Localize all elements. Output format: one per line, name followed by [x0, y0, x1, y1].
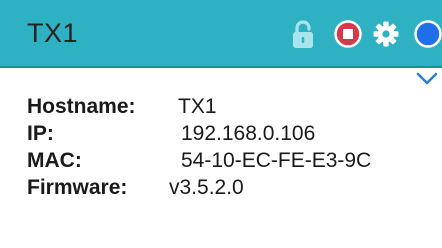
- mac-label: MAC:: [27, 149, 82, 172]
- ip-label: IP:: [27, 122, 54, 145]
- firmware-value: v3.5.2.0: [169, 176, 244, 199]
- device-card-header: TX1: [0, 0, 442, 68]
- firmware-label: Firmware:: [27, 176, 128, 199]
- record-stop-icon[interactable]: [333, 19, 363, 49]
- hostname-label: Hostname:: [27, 95, 136, 118]
- mac-value: 54-10-EC-FE-E3-9C: [181, 149, 372, 172]
- hostname-value: TX1: [178, 95, 217, 118]
- device-card: TX1 Hostname: TX1 IP: 192.168.0.106 MAC:…: [0, 0, 442, 248]
- chevron-down-icon[interactable]: [415, 71, 439, 87]
- status-dot-icon: [414, 20, 442, 48]
- gear-icon[interactable]: [371, 19, 401, 49]
- lock-icon[interactable]: [289, 19, 317, 49]
- ip-value: 192.168.0.106: [181, 122, 316, 145]
- device-title: TX1: [27, 18, 79, 48]
